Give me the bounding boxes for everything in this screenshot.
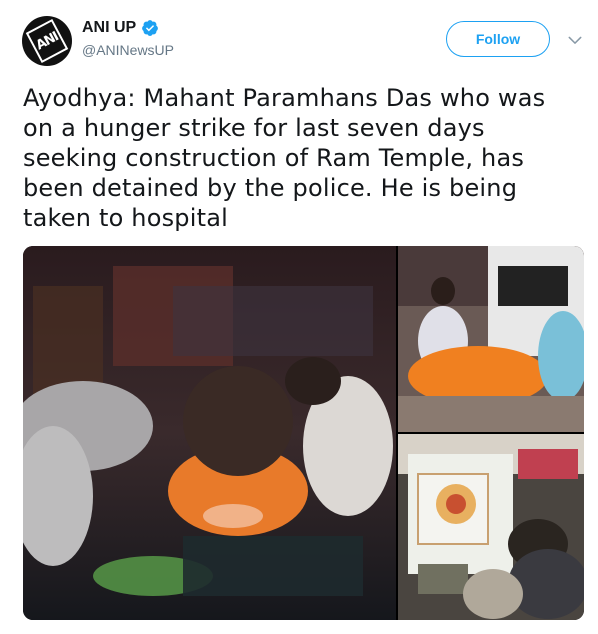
chevron-down-icon[interactable] — [566, 32, 584, 48]
photo-vehicle-carry[interactable] — [398, 246, 584, 432]
photo-ambulance[interactable] — [398, 434, 584, 620]
media-grid — [23, 246, 584, 620]
display-name[interactable]: ANI UP — [82, 19, 136, 37]
avatar[interactable]: ANI — [22, 16, 72, 66]
handle[interactable]: @ANINewsUP — [82, 42, 174, 58]
follow-button[interactable]: Follow — [446, 21, 550, 57]
ani-logo: ANI — [25, 18, 69, 64]
photo-crowd-detention[interactable] — [23, 246, 396, 620]
tweet-card: ANI ANI UP @ANINewsUP Follow Ayodhya: Ma… — [0, 0, 598, 634]
verified-badge-icon — [141, 19, 159, 37]
name-row: ANI UP — [82, 19, 159, 37]
tweet-text: Ayodhya: Mahant Paramhans Das who was on… — [23, 84, 546, 232]
